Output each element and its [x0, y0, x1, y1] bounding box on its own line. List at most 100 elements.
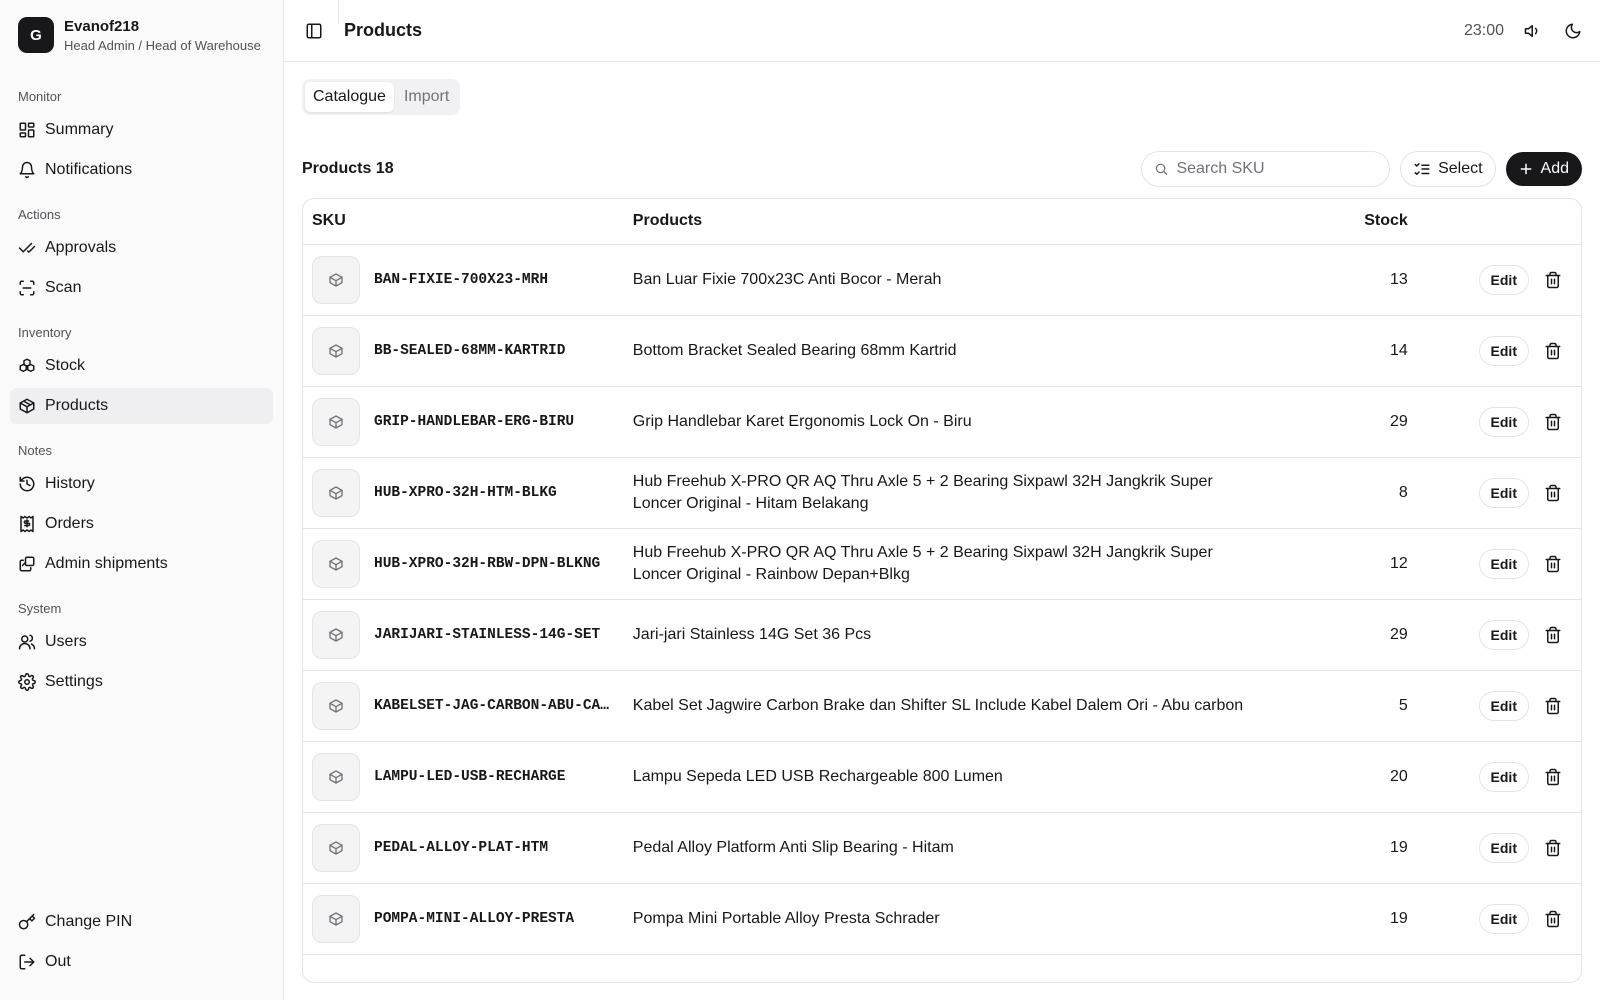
add-product-button[interactable]: Add: [1505, 152, 1582, 186]
delete-button[interactable]: [1541, 907, 1565, 931]
delete-button[interactable]: [1541, 836, 1565, 860]
trash-icon: [1545, 697, 1561, 714]
products-table: SKU Products Stock BAN-FIXIE-700X23-MRH B…: [303, 199, 1581, 955]
edit-button[interactable]: Edit: [1478, 548, 1529, 579]
trash-icon: [1545, 342, 1561, 359]
sidebar-item-out[interactable]: Out: [10, 944, 273, 980]
edit-button[interactable]: Edit: [1478, 761, 1529, 792]
products-table-container[interactable]: SKU Products Stock BAN-FIXIE-700X23-MRH B…: [302, 198, 1582, 983]
sound-button[interactable]: [1522, 20, 1544, 42]
edit-button[interactable]: Edit: [1478, 832, 1529, 863]
volume-icon: [1524, 24, 1538, 37]
product-thumbnail: [312, 610, 360, 659]
product-thumbnail: [312, 752, 360, 801]
delete-button[interactable]: [1541, 765, 1565, 789]
sidebar-item-products[interactable]: Products: [10, 388, 273, 424]
delete-button[interactable]: [1541, 694, 1565, 718]
stock-value: 14: [1284, 315, 1408, 387]
gear-icon: [18, 673, 36, 691]
plus-icon: [1520, 163, 1531, 175]
delete-button[interactable]: [1541, 623, 1565, 647]
package-icon: [329, 556, 343, 571]
product-name: Hub Freehub X-PRO QR AQ Thru Axle 5 + 2 …: [632, 528, 1285, 600]
table-row[interactable]: BAN-FIXIE-700X23-MRH Ban Luar Fixie 700x2…: [303, 244, 1581, 316]
table-row[interactable]: GRIP-HANDLEBAR-ERG-BIRU Grip Handlebar Ka…: [303, 386, 1581, 458]
sidebar-item-change-pin[interactable]: Change PIN: [10, 904, 273, 940]
table-row[interactable]: LAMPU-LED-USB-RECHARGE Lampu Sepeda LED U…: [303, 741, 1581, 813]
sku-text: BAN-FIXIE-700X23-MRH: [374, 271, 549, 288]
edit-button[interactable]: Edit: [1478, 335, 1529, 366]
sku-text: PEDAL-ALLOY-PLAT-HTM: [374, 839, 549, 856]
table-row[interactable]: BB-SEALED-68MM-KARTRID Bottom Bracket Sea…: [303, 315, 1581, 387]
table-row[interactable]: PEDAL-ALLOY-PLAT-HTM Pedal Alloy Platform…: [303, 812, 1581, 884]
sidebar-item-scan[interactable]: Scan: [10, 270, 273, 306]
column-header-stock[interactable]: Stock: [1284, 199, 1408, 245]
table-row[interactable]: POMPA-MINI-ALLOY-PRESTA Pompa Mini Portab…: [303, 883, 1581, 955]
package-icon: [329, 769, 343, 784]
sku-text: HUB-XPRO-32H-HTM-BLKG: [374, 484, 557, 501]
table-row[interactable]: JARIJARI-STAINLESS-14G-SET Jari-jari Stai…: [303, 599, 1581, 671]
package-icon: [329, 627, 343, 642]
sidebar-item-notifications[interactable]: Notifications: [10, 152, 273, 188]
clock: 23:00: [1463, 21, 1504, 39]
sidebar-item-orders[interactable]: Orders: [10, 506, 273, 542]
double-check-icon: [18, 242, 36, 253]
search-input[interactable]: [1176, 160, 1378, 178]
package-icon: [19, 398, 35, 414]
sidebar-item-summary[interactable]: Summary: [10, 112, 273, 148]
edit-button[interactable]: Edit: [1478, 264, 1529, 295]
row-actions: Edit: [1407, 741, 1581, 813]
product-thumbnail: [312, 468, 360, 517]
column-header-sku[interactable]: SKU: [303, 199, 633, 245]
sidebar-item-approvals[interactable]: Approvals: [10, 230, 273, 266]
delete-button[interactable]: [1541, 481, 1565, 505]
nav-group-inventory: Inventory Stock Products: [10, 316, 273, 424]
sidebar-item-admin-shipments[interactable]: Admin shipments: [10, 546, 273, 582]
sidebar-item-label: Admin shipments: [45, 555, 168, 572]
product-name: Kabel Set Jagwire Carbon Brake dan Shift…: [632, 670, 1285, 742]
delete-button[interactable]: [1541, 268, 1565, 292]
product-thumbnail: [312, 823, 360, 872]
sidebar-item-label: Stock: [45, 357, 86, 374]
sidebar-item-stock[interactable]: Stock: [10, 348, 273, 384]
edit-button[interactable]: Edit: [1478, 619, 1529, 650]
edit-button[interactable]: Edit: [1478, 477, 1529, 508]
package-icon: [329, 343, 343, 358]
delete-button[interactable]: [1541, 552, 1565, 576]
column-header-products[interactable]: Products: [632, 199, 1285, 245]
stock-value: 5: [1284, 670, 1408, 742]
list-checks-icon: [1414, 163, 1430, 175]
sidebar-item-settings[interactable]: Settings: [10, 664, 273, 700]
tab-catalogue[interactable]: Catalogue: [305, 82, 394, 112]
table-row[interactable]: KABELSET-JAG-CARBON-ABU-CARBON Kabel Set …: [303, 670, 1581, 742]
sidebar-item-users[interactable]: Users: [10, 624, 273, 660]
nav-group-label: Notes: [18, 442, 52, 458]
row-actions: Edit: [1407, 386, 1581, 458]
theme-toggle-button[interactable]: [1562, 20, 1584, 42]
sidebar-toggle-button[interactable]: [302, 19, 326, 43]
row-actions: Edit: [1407, 670, 1581, 742]
sidebar-item-history[interactable]: History: [10, 466, 273, 502]
table-row[interactable]: HUB-XPRO-32H-HTM-BLKG Hub Freehub X-PRO Q…: [303, 457, 1581, 529]
product-name: Pompa Mini Portable Alloy Presta Schrade…: [632, 883, 1285, 955]
product-name: Lampu Sepeda LED USB Rechargeable 800 Lu…: [632, 741, 1285, 813]
trash-icon: [1545, 910, 1561, 927]
delete-button[interactable]: [1541, 410, 1565, 434]
trash-icon: [1545, 626, 1561, 643]
nav-group-label: System: [18, 600, 62, 616]
table-row[interactable]: HUB-XPRO-32H-RBW-DPN-BLKNG Hub Freehub X-…: [303, 528, 1581, 600]
edit-button[interactable]: Edit: [1478, 903, 1529, 934]
sku-text: LAMPU-LED-USB-RECHARGE: [374, 768, 566, 785]
edit-button[interactable]: Edit: [1478, 406, 1529, 437]
trash-icon: [1545, 555, 1561, 572]
delete-button[interactable]: [1541, 339, 1565, 363]
stock-value: 29: [1284, 386, 1408, 458]
scan-icon: [19, 280, 35, 296]
nav-group-label: Monitor: [18, 88, 62, 104]
edit-button[interactable]: Edit: [1478, 690, 1529, 721]
tab-import[interactable]: Import: [396, 82, 457, 112]
user-profile[interactable]: G Evanof218 Head Admin / Head of Warehou…: [10, 0, 273, 70]
trash-icon: [1545, 484, 1561, 501]
sidebar-item-label: Settings: [45, 673, 103, 690]
select-button[interactable]: Select: [1400, 151, 1496, 187]
